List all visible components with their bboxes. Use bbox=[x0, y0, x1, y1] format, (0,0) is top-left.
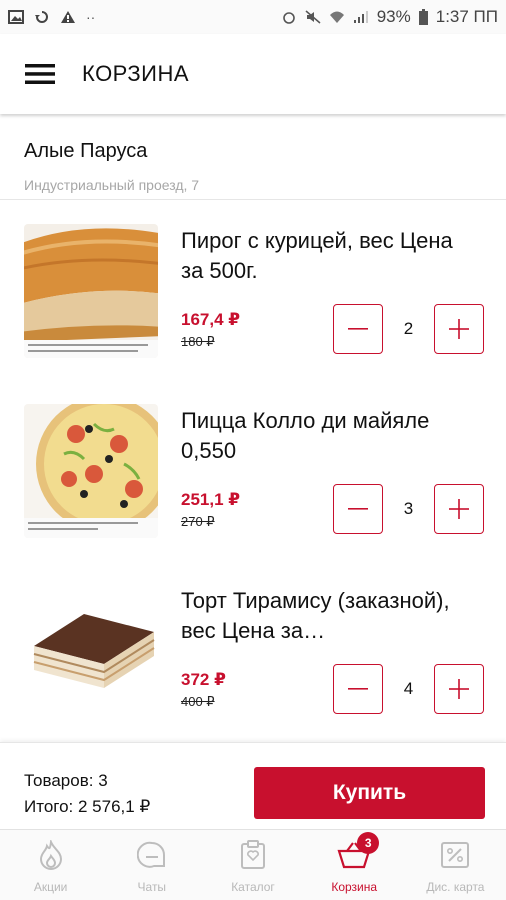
alarm-icon bbox=[282, 12, 295, 24]
item-name: Торт Тирамису (заказной), вес Цена за… bbox=[181, 588, 450, 643]
plus-icon bbox=[449, 679, 469, 699]
chat-icon bbox=[136, 841, 165, 868]
decrease-quantity-button[interactable] bbox=[333, 304, 383, 354]
nav-item-chats[interactable]: Чаты bbox=[101, 830, 202, 900]
discount-card-icon bbox=[441, 842, 470, 868]
nav-item-cart[interactable]: 3 Корзина bbox=[304, 830, 405, 900]
nav-item-promotions[interactable]: Акции bbox=[0, 830, 101, 900]
store-name: Алые Паруса bbox=[24, 140, 148, 162]
flame-icon bbox=[39, 840, 62, 870]
status-bar: ·· 93% 1:37 ПП bbox=[0, 0, 506, 34]
minus-icon bbox=[348, 328, 368, 330]
battery-percent: 93% bbox=[376, 7, 411, 26]
items-count: Товаров: 3 bbox=[24, 771, 108, 790]
decrease-quantity-button[interactable] bbox=[333, 664, 383, 714]
cart-items-list: Пирог с курицей, вес Цена за 500г. 167,4… bbox=[0, 200, 506, 742]
nav-label: Дис. карта bbox=[426, 880, 485, 894]
item-quantity: 4 bbox=[403, 679, 414, 698]
item-name: Пицца Колло ди майяле 0,550 bbox=[181, 408, 430, 463]
item-name: Пирог с курицей, вес Цена за 500г. bbox=[181, 228, 453, 283]
item-old-price: 270 ₽ bbox=[181, 514, 215, 529]
increase-quantity-button[interactable] bbox=[434, 304, 484, 354]
minus-icon bbox=[348, 508, 368, 510]
nav-label: Акции bbox=[33, 880, 68, 894]
nav-item-catalog[interactable]: Каталог bbox=[202, 830, 303, 900]
wifi-icon bbox=[329, 11, 344, 23]
more-notifications-icon: ·· bbox=[86, 9, 96, 25]
catalog-icon bbox=[241, 840, 265, 869]
battery-icon bbox=[418, 9, 428, 25]
app-bar: КОРЗИНА bbox=[0, 34, 506, 114]
clock: 1:37 ПП bbox=[435, 7, 498, 26]
plus-icon bbox=[449, 499, 469, 519]
minus-icon bbox=[348, 688, 368, 690]
increase-quantity-button[interactable] bbox=[434, 484, 484, 534]
item-old-price: 180 ₽ bbox=[181, 334, 215, 349]
product-image-pizza bbox=[24, 404, 158, 538]
hamburger-icon bbox=[25, 64, 55, 84]
nav-item-discount-card[interactable]: Дис. карта bbox=[405, 830, 506, 900]
item-old-price: 400 ₽ bbox=[181, 694, 215, 709]
page-title: КОРЗИНА bbox=[82, 61, 190, 86]
mute-icon bbox=[305, 10, 321, 24]
nav-label: Каталог bbox=[231, 880, 275, 894]
item-price: 167,4 ₽ bbox=[181, 310, 241, 329]
cart-item: Торт Тирамису (заказной), вес Цена за… 3… bbox=[0, 560, 506, 740]
item-price: 251,1 ₽ bbox=[181, 490, 241, 509]
store-header: Алые Паруса Индустриальный проезд, 7 bbox=[0, 114, 506, 200]
nav-label: Корзина bbox=[331, 880, 378, 894]
sync-icon bbox=[35, 11, 48, 23]
cart-badge: 3 bbox=[357, 832, 380, 854]
item-quantity: 2 bbox=[403, 319, 414, 338]
product-image-chicken-pie bbox=[24, 224, 158, 358]
decrease-quantity-button[interactable] bbox=[333, 484, 383, 534]
buy-button[interactable]: Купить bbox=[254, 767, 485, 819]
warning-icon bbox=[61, 11, 75, 23]
menu-button[interactable] bbox=[10, 34, 70, 114]
item-quantity: 3 bbox=[403, 499, 414, 518]
plus-icon bbox=[449, 319, 469, 339]
store-address: Индустриальный проезд, 7 bbox=[24, 177, 200, 193]
signal-icon bbox=[353, 11, 368, 23]
cart-item: Пицца Колло ди майяле 0,550 251,1 ₽ 270 … bbox=[0, 380, 506, 560]
cart-item: Пирог с курицей, вес Цена за 500г. 167,4… bbox=[0, 200, 506, 380]
cart-summary: Товаров: 3 Итого: 2 576,1 ₽ Купить bbox=[0, 742, 506, 829]
gallery-icon bbox=[8, 10, 24, 24]
product-image-tiramisu-cake bbox=[24, 584, 158, 718]
item-price: 372 ₽ bbox=[181, 670, 226, 689]
bottom-navigation: Акции Чаты Каталог 3 Корзина Дис. карта bbox=[0, 829, 506, 900]
nav-label: Чаты bbox=[137, 880, 167, 894]
order-total: Итого: 2 576,1 ₽ bbox=[24, 797, 151, 816]
increase-quantity-button[interactable] bbox=[434, 664, 484, 714]
